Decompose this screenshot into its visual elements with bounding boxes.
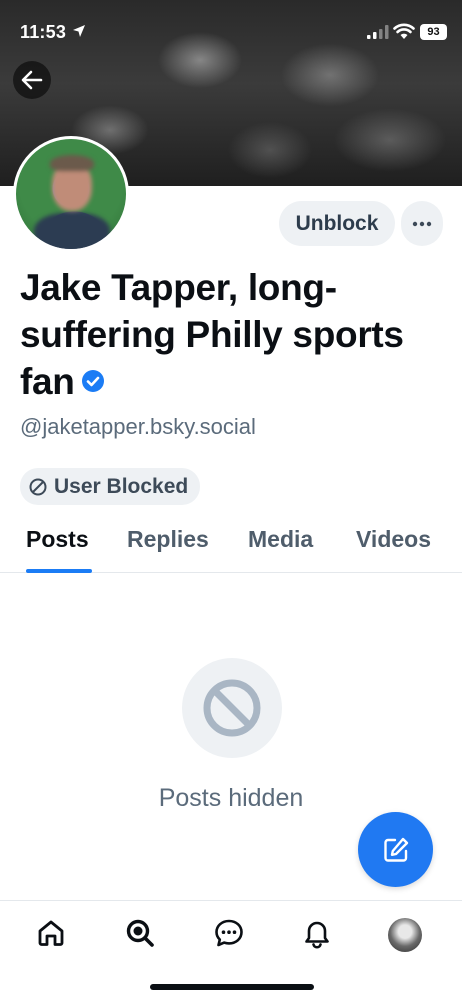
status-time: 11:53 [20,22,67,42]
home-icon [38,920,64,946]
nav-profile-avatar[interactable] [388,918,422,952]
blocked-icon [29,478,47,495]
cellular-signal-icon [367,25,389,39]
user-blocked-badge: User Blocked [20,468,201,505]
location-arrow-icon [73,25,85,37]
avatar-hair [50,155,94,171]
avatar-suit [34,213,110,249]
posts-hidden-icon-circle [182,658,282,758]
nav-notifications-button[interactable] [299,915,335,951]
posts-hidden-label: Posts hidden [158,784,304,812]
tab-replies[interactable]: Replies [127,526,209,553]
compose-icon [383,837,408,862]
wifi-icon [393,23,415,39]
unblock-button[interactable]: Unblock [279,201,395,246]
status-bar: 11:53 93 [0,0,462,66]
nav-search-button[interactable] [122,915,158,951]
tab-posts[interactable]: Posts [26,526,89,553]
bell-icon [305,921,329,949]
back-arrow-icon [21,70,43,90]
more-options-button[interactable] [401,201,443,246]
blocked-badge-label: User Blocked [54,474,189,498]
profile-avatar[interactable] [13,136,129,252]
tab-videos[interactable]: Videos [356,526,431,553]
display-name-text: Jake Tapper, long-suffering Philly sport… [20,267,404,402]
prohibited-icon [203,679,261,737]
compose-post-button[interactable] [358,812,433,887]
profile-handle: @jaketapper.bsky.social [20,414,256,439]
active-tab-indicator [26,569,92,573]
search-icon [126,919,154,947]
verified-check-icon[interactable] [81,369,105,393]
nav-chat-button[interactable] [211,915,247,951]
ellipsis-icon [412,221,432,226]
nav-home-button[interactable] [33,915,69,951]
battery-indicator: 93 [420,24,447,40]
tab-media[interactable]: Media [248,526,313,553]
home-indicator [150,984,314,990]
profile-tabs: Posts Replies Media Videos [0,520,462,573]
chat-icon [215,919,243,947]
display-name: Jake Tapper, long-suffering Philly sport… [20,264,440,405]
back-button[interactable] [13,61,51,99]
